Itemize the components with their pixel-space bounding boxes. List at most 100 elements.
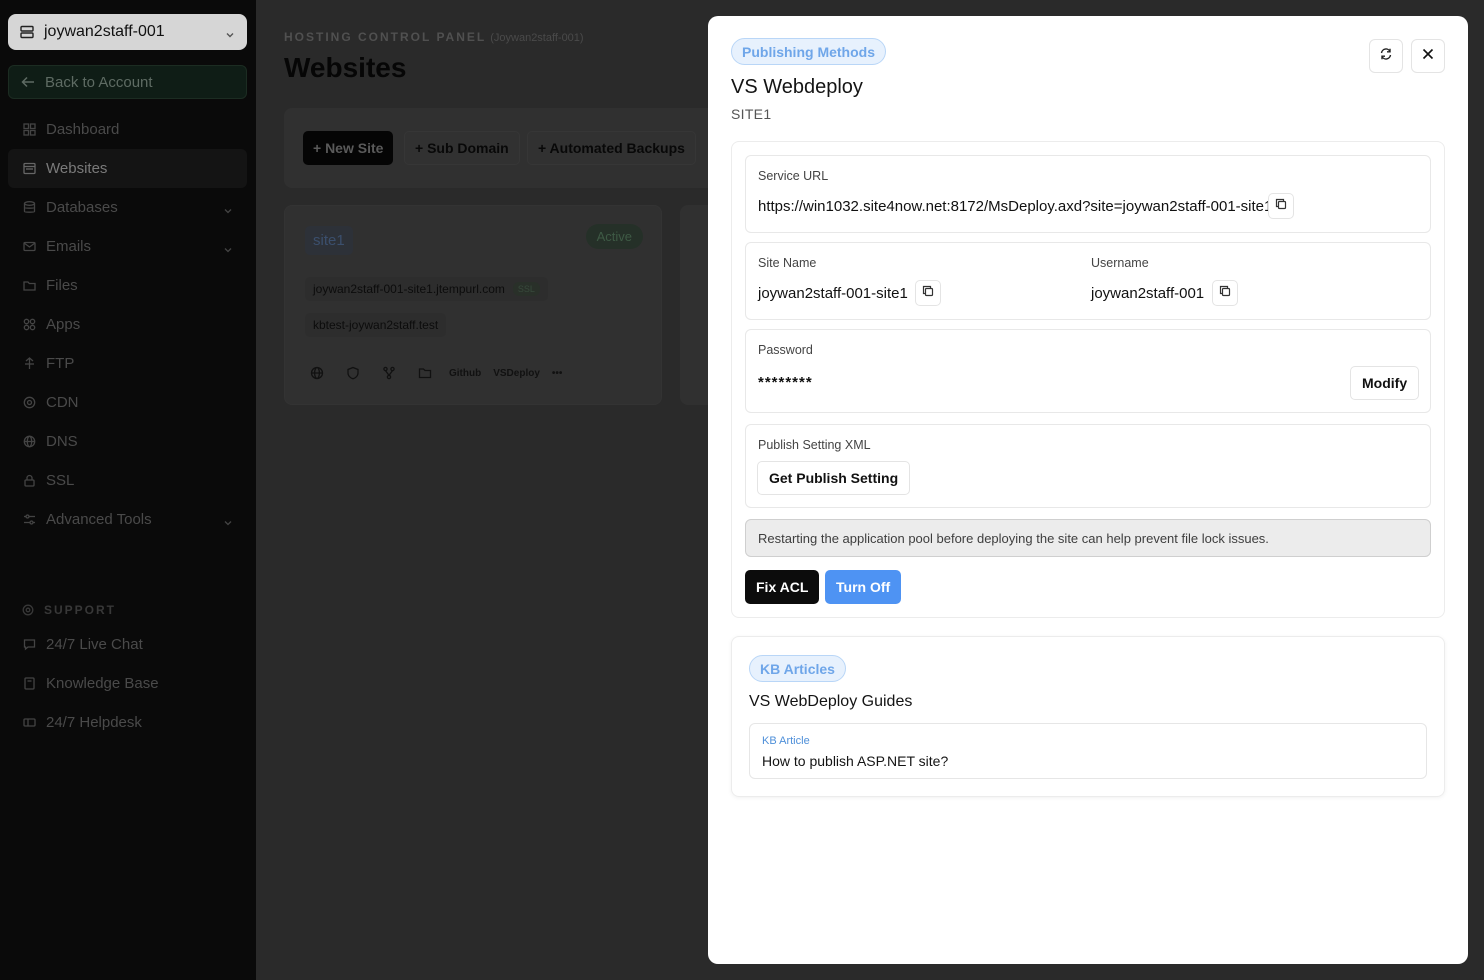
kb-article-link[interactable]: KB Article How to publish ASP.NET site? <box>749 723 1427 779</box>
sidebar-item-live-chat[interactable]: 24/7 Live Chat <box>8 625 247 664</box>
status-badge: Active <box>585 224 643 249</box>
book-icon <box>22 677 36 691</box>
sidebar-item-websites[interactable]: Websites <box>8 149 247 188</box>
more-options-button[interactable]: ••• <box>552 361 563 385</box>
sidebar-item-label: FTP <box>46 355 75 372</box>
chevron-down-icon <box>223 242 233 252</box>
sidebar-item-label: Dashboard <box>46 121 120 138</box>
server-icon <box>20 25 34 39</box>
service-url-label: Service URL <box>758 169 829 183</box>
sidebar-item-label: 24/7 Helpdesk <box>46 714 142 731</box>
apps-icon <box>22 318 36 332</box>
sidebar-item-label: Files <box>46 277 78 294</box>
ssl-badge: SSL <box>512 282 540 296</box>
vsdeploy-button[interactable]: VSDeploy <box>493 361 540 385</box>
copy-icon <box>922 284 934 302</box>
sidebar-item-ftp[interactable]: FTP <box>8 344 247 383</box>
info-notice: Restarting the application pool before d… <box>745 519 1431 557</box>
sidebar-item-label: Databases <box>46 199 118 216</box>
sidebar-nav: Dashboard Websites Databases Emails File… <box>8 110 247 539</box>
site-card: site1 Active joywan2staff-001-site1.jtem… <box>284 205 662 405</box>
mail-icon <box>22 240 36 254</box>
branch-icon[interactable] <box>377 361 401 385</box>
copy-username-button[interactable] <box>1212 280 1238 306</box>
service-url-value: https://win1032.site4now.net:8172/MsDepl… <box>758 198 1273 215</box>
copy-service-url-button[interactable] <box>1268 193 1294 219</box>
sidebar-item-apps[interactable]: Apps <box>8 305 247 344</box>
breadcrumb-label: HOSTING CONTROL PANEL <box>284 30 487 44</box>
sidebar-item-helpdesk[interactable]: 24/7 Helpdesk <box>8 703 247 742</box>
sidebar-item-advanced-tools[interactable]: Advanced Tools <box>8 500 247 539</box>
sidebar-item-label: Emails <box>46 238 92 255</box>
modify-password-button[interactable]: Modify <box>1350 366 1420 400</box>
folder-icon[interactable] <box>413 361 437 385</box>
get-publish-setting-button[interactable]: Get Publish Setting <box>757 461 911 495</box>
sidebar-item-label: SSL <box>46 472 75 489</box>
copy-icon <box>1275 197 1287 215</box>
back-to-account-button[interactable]: Back to Account <box>8 65 247 99</box>
support-heading: SUPPORT <box>22 603 116 617</box>
password-value: ******** <box>758 374 813 391</box>
sidebar-item-label: 24/7 Live Chat <box>46 636 143 653</box>
github-button[interactable]: Github <box>449 361 481 385</box>
refresh-icon <box>1379 47 1393 66</box>
publish-setting-box: Publish Setting XML Get Publish Setting <box>745 424 1431 508</box>
kb-article-title: How to publish ASP.NET site? <box>762 753 949 769</box>
shield-icon[interactable] <box>341 361 365 385</box>
domain-chip[interactable]: kbtest-joywan2staff.test <box>305 313 447 337</box>
username-value: joywan2staff-001 <box>1091 285 1205 302</box>
sidebar-item-label: Websites <box>46 160 108 177</box>
domain-text: kbtest-joywan2staff.test <box>313 318 439 332</box>
sidebar-item-emails[interactable]: Emails <box>8 227 247 266</box>
sidebar-item-databases[interactable]: Databases <box>8 188 247 227</box>
page-title: Websites <box>284 52 407 83</box>
turn-off-button[interactable]: Turn Off <box>825 570 902 604</box>
support-nav: 24/7 Live Chat Knowledge Base 24/7 Helpd… <box>8 625 247 742</box>
sidebar-item-label: CDN <box>46 394 79 411</box>
refresh-button[interactable] <box>1369 39 1403 73</box>
copy-site-name-button[interactable] <box>915 280 941 306</box>
fix-acl-button[interactable]: Fix ACL <box>745 570 820 604</box>
arrow-left-icon <box>21 76 35 88</box>
support-icon <box>22 604 34 616</box>
breadcrumb: HOSTING CONTROL PANEL (Joywan2staff-001) <box>284 30 584 44</box>
sidebar: joywan2staff-001 Back to Account Dashboa… <box>0 0 256 980</box>
new-site-button[interactable]: + New Site <box>303 131 394 165</box>
sidebar-item-ssl[interactable]: SSL <box>8 461 247 500</box>
close-button[interactable] <box>1411 39 1445 73</box>
automated-backups-button[interactable]: + Automated Backups <box>527 131 696 165</box>
globe-icon[interactable] <box>305 361 329 385</box>
modal-subtitle: SITE1 <box>731 106 772 122</box>
service-url-box: Service URL https://win1032.site4now.net… <box>745 155 1431 233</box>
close-icon <box>1421 47 1435 66</box>
password-label: Password <box>758 343 813 357</box>
username-label: Username <box>1091 256 1149 270</box>
chevron-down-icon <box>223 515 233 525</box>
breadcrumb-account: (Joywan2staff-001) <box>490 32 584 44</box>
publish-setting-label: Publish Setting XML <box>758 438 871 452</box>
sub-domain-button[interactable]: + Sub Domain <box>404 131 520 165</box>
site-name-label: Site Name <box>758 256 817 270</box>
sidebar-item-files[interactable]: Files <box>8 266 247 305</box>
support-heading-label: SUPPORT <box>44 603 117 617</box>
site-name-link[interactable]: site1 <box>305 226 353 255</box>
sidebar-item-cdn[interactable]: CDN <box>8 383 247 422</box>
account-name: joywan2staff-001 <box>44 23 165 40</box>
account-selector[interactable]: joywan2staff-001 <box>8 14 247 50</box>
ftp-icon <box>22 357 36 371</box>
site-actions: Github VSDeploy ••• <box>305 361 574 385</box>
browser-icon <box>22 162 36 176</box>
ticket-icon <box>22 716 36 730</box>
kb-articles-badge: KB Articles <box>749 655 846 682</box>
domain-chip[interactable]: joywan2staff-001-site1.jtempurl.com SSL <box>305 277 548 301</box>
folder-icon <box>22 279 36 293</box>
chevron-down-icon <box>225 27 235 38</box>
sidebar-item-knowledge-base[interactable]: Knowledge Base <box>8 664 247 703</box>
sidebar-item-dashboard[interactable]: Dashboard <box>8 110 247 149</box>
sidebar-item-dns[interactable]: DNS <box>8 422 247 461</box>
sidebar-item-label: Knowledge Base <box>46 675 159 692</box>
copy-icon <box>1219 284 1231 302</box>
lock-icon <box>22 474 36 488</box>
publishing-methods-modal: Publishing Methods VS Webdeploy SITE1 Se… <box>708 16 1468 964</box>
back-to-account-label: Back to Account <box>45 73 153 91</box>
